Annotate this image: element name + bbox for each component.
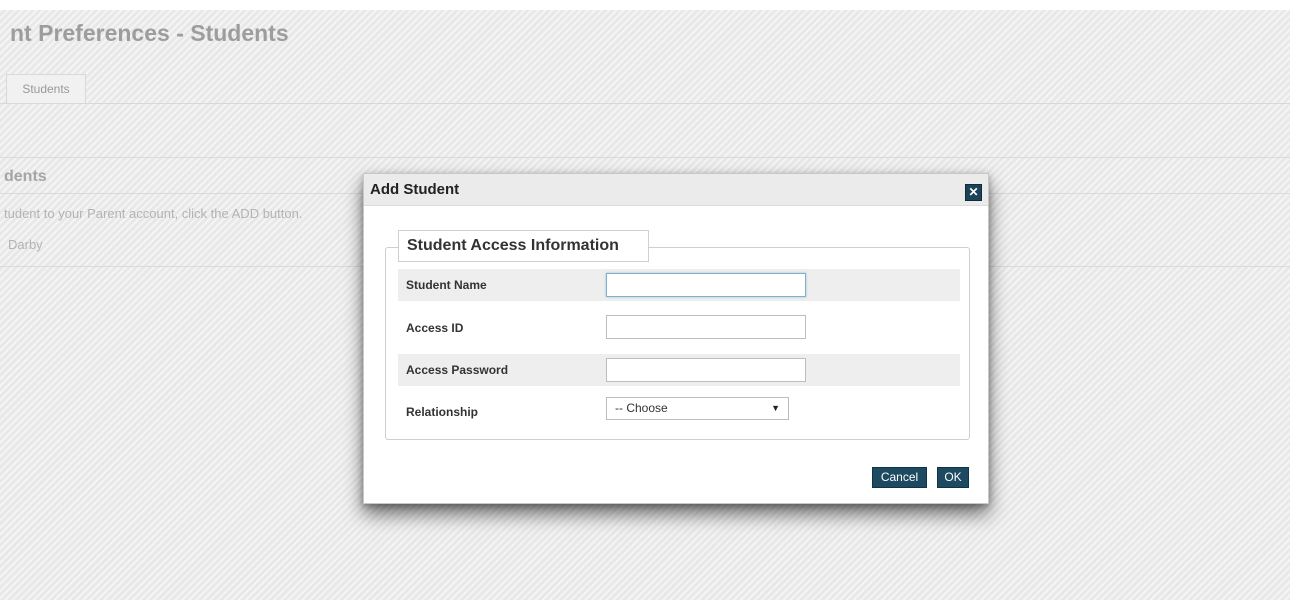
page-title: nt Preferences - Students (10, 20, 289, 46)
ok-button[interactable]: OK (937, 467, 969, 488)
section-divider-top (0, 157, 1290, 158)
access-password-label: Access Password (406, 363, 509, 377)
access-id-row: Access ID (398, 312, 960, 344)
student-name-input[interactable] (606, 273, 806, 297)
relationship-select[interactable]: -- Choose ▼ (606, 397, 789, 420)
fieldset-legend: Student Access Information (398, 230, 649, 262)
close-icon[interactable]: ✕ (965, 184, 982, 201)
access-id-label: Access ID (406, 321, 464, 335)
relationship-row: Relationship -- Choose ▼ (398, 396, 960, 428)
page: nt Preferences - Students Students dents… (0, 0, 1298, 600)
access-id-input[interactable] (606, 315, 806, 339)
dropdown-arrow-icon: ▼ (771, 403, 780, 413)
student-name-label: Student Name (406, 278, 487, 292)
access-password-row: Access Password (398, 354, 960, 386)
dialog-header: Add Student ✕ (364, 174, 988, 206)
add-student-dialog: Add Student ✕ Student Access Information… (363, 173, 989, 504)
student-list-item[interactable]: Darby (8, 237, 43, 252)
instruction-text: tudent to your Parent account, click the… (4, 206, 303, 221)
section-heading: dents (4, 168, 47, 185)
relationship-selected-value: -- Choose (615, 401, 668, 415)
student-name-row: Student Name (398, 269, 960, 301)
access-password-input[interactable] (606, 358, 806, 382)
cancel-button[interactable]: Cancel (872, 467, 927, 488)
tab-students[interactable]: Students (6, 74, 86, 103)
tab-bar-divider (0, 103, 1290, 104)
dialog-title: Add Student (370, 181, 460, 198)
relationship-label: Relationship (406, 405, 479, 419)
